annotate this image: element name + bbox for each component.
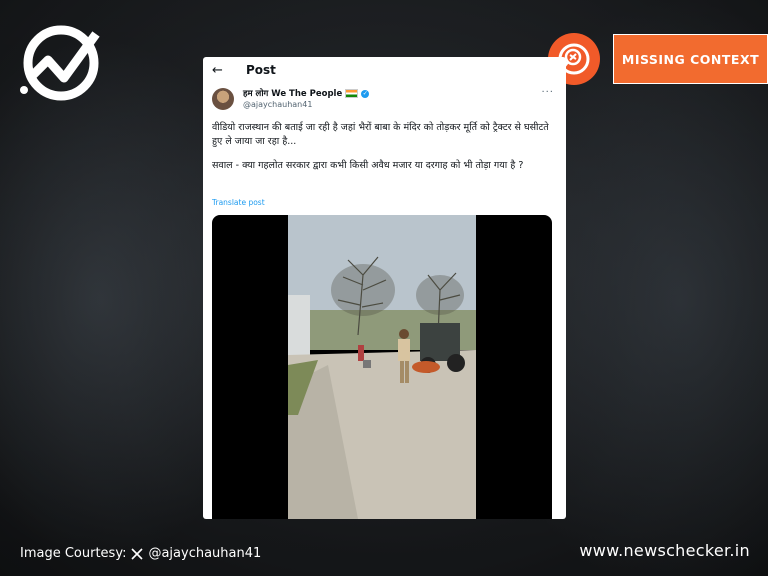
page-title: Post	[246, 63, 276, 77]
x-logo-icon	[131, 547, 144, 560]
avatar[interactable]	[212, 88, 234, 110]
post-card: ← Post हम लोग We The People ✓ @ajaychauh…	[203, 57, 566, 519]
image-courtesy-label: Image Courtesy:	[20, 546, 127, 561]
post-text-paragraph-1: वीडियो राजस्थान की बताई जा रही है जहां भ…	[212, 122, 549, 147]
newschecker-logo-icon	[20, 25, 100, 101]
video-frame-image	[288, 215, 476, 519]
author-handle[interactable]: @ajaychauhan41	[243, 100, 312, 109]
back-arrow-icon[interactable]: ←	[212, 63, 223, 78]
post-header: ← Post	[203, 57, 566, 85]
translate-post-link[interactable]: Translate post	[212, 198, 265, 207]
author-name: हम लोग We The People	[243, 89, 343, 99]
image-courtesy-handle: @ajaychauhan41	[148, 546, 262, 561]
india-flag-icon	[345, 89, 359, 98]
more-options-icon[interactable]: ···	[541, 87, 554, 98]
site-url: www.newschecker.in	[579, 541, 750, 560]
author-name-row[interactable]: हम लोग We The People ✓	[243, 88, 370, 99]
verified-badge-icon: ✓	[361, 89, 370, 98]
post-text-paragraph-2: सवाल - क्या गहलोत सरकार द्वारा कभी किसी …	[212, 160, 524, 171]
image-courtesy: Image Courtesy: @ajaychauhan41	[20, 546, 261, 561]
post-text: वीडियो राजस्थान की बताई जा रही है जहां भ…	[212, 121, 557, 183]
missing-context-badge: MISSING CONTEXT	[613, 34, 768, 84]
post-video[interactable]	[212, 215, 552, 519]
